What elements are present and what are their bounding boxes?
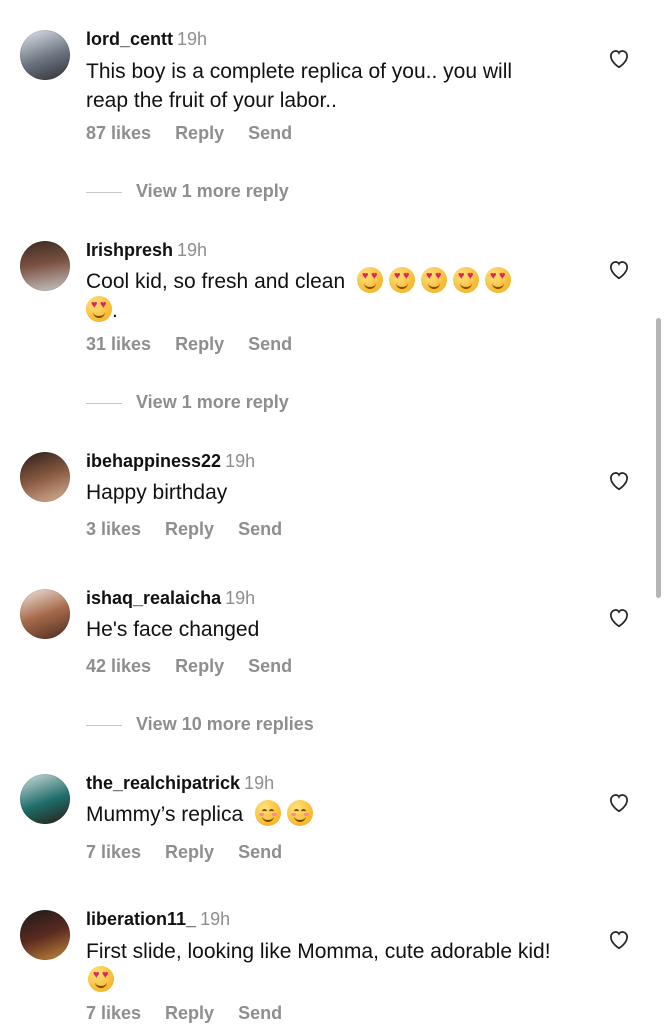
smiling-face-with-heart-eyes-icon	[88, 966, 114, 992]
likes-count[interactable]: 7 likes	[86, 842, 141, 862]
reply-button[interactable]: Reply	[175, 123, 224, 143]
smiling-face-with-heart-eyes-icon	[485, 267, 511, 293]
comment-text: He's face changed	[86, 618, 260, 641]
avatar[interactable]	[20, 910, 70, 960]
scrollbar[interactable]	[656, 318, 661, 598]
smiling-face-with-heart-eyes-icon	[357, 267, 383, 293]
comment-text-suffix: .	[112, 299, 118, 322]
heart-icon[interactable]	[606, 789, 632, 815]
reply-button[interactable]: Reply	[175, 656, 224, 676]
view-more-replies-label: View 1 more reply	[136, 392, 289, 412]
comment-text-container: Cool kid, so fresh and clean .	[86, 267, 556, 325]
avatar[interactable]	[20, 241, 70, 291]
avatar[interactable]	[20, 589, 70, 639]
smiling-face-with-smiling-eyes-icon	[255, 800, 281, 826]
comment-timestamp: 19h	[200, 909, 231, 929]
divider	[86, 724, 122, 726]
send-button[interactable]: Send	[238, 1003, 282, 1023]
smiling-face-with-heart-eyes-icon	[389, 267, 415, 293]
comment-timestamp: 19h	[177, 29, 208, 49]
comment-text: Cool kid, so fresh and clean	[86, 270, 346, 293]
send-button[interactable]: Send	[248, 334, 292, 354]
send-button[interactable]: Send	[238, 519, 282, 539]
likes-count[interactable]: 3 likes	[86, 519, 141, 539]
reply-button[interactable]: Reply	[165, 842, 214, 862]
comment-username[interactable]: liberation11_	[86, 909, 196, 929]
send-button[interactable]: Send	[238, 842, 282, 862]
comment-text: This boy is a complete replica of you.. …	[86, 60, 513, 112]
likes-count[interactable]: 7 likes	[86, 1003, 141, 1023]
view-more-replies-button[interactable]: View 10 more replies	[86, 714, 314, 735]
avatar[interactable]	[20, 452, 70, 502]
comment-timestamp: 19h	[244, 773, 275, 793]
heart-icon[interactable]	[606, 604, 632, 630]
avatar[interactable]	[20, 774, 70, 824]
avatar[interactable]	[20, 30, 70, 80]
comment-timestamp: 19h	[225, 451, 256, 471]
heart-icon[interactable]	[606, 256, 632, 282]
comment-username[interactable]: ishaq_realaicha	[86, 588, 221, 608]
reply-button[interactable]: Reply	[165, 1003, 214, 1023]
view-more-replies-button[interactable]: View 1 more reply	[86, 181, 289, 202]
likes-count[interactable]: 31 likes	[86, 334, 151, 354]
smiling-face-with-heart-eyes-icon	[453, 267, 479, 293]
comment-timestamp: 19h	[225, 588, 256, 608]
heart-icon[interactable]	[606, 926, 632, 952]
comment-username[interactable]: lord_centt	[86, 29, 173, 49]
comment-username[interactable]: ibehappiness22	[86, 451, 221, 471]
smiling-face-with-heart-eyes-icon	[86, 296, 112, 322]
smiling-face-with-heart-eyes-icon	[421, 267, 447, 293]
comment-text: Mummy’s replica	[86, 803, 244, 826]
heart-icon[interactable]	[606, 45, 632, 71]
reply-button[interactable]: Reply	[175, 334, 224, 354]
divider	[86, 402, 122, 404]
comment-text: First slide, looking like Momma, cute ad…	[86, 940, 551, 963]
send-button[interactable]: Send	[248, 123, 292, 143]
view-more-replies-label: View 10 more replies	[136, 714, 314, 734]
smiling-face-with-smiling-eyes-icon	[287, 800, 313, 826]
comment-text-container: Mummy’s replica	[86, 800, 556, 829]
comment-username[interactable]: the_realchipatrick	[86, 773, 240, 793]
comment-text-container: First slide, looking like Momma, cute ad…	[86, 937, 556, 995]
likes-count[interactable]: 87 likes	[86, 123, 151, 143]
comment-username[interactable]: Irishpresh	[86, 240, 173, 260]
send-button[interactable]: Send	[248, 656, 292, 676]
view-more-replies-button[interactable]: View 1 more reply	[86, 392, 289, 413]
heart-icon[interactable]	[606, 467, 632, 493]
likes-count[interactable]: 42 likes	[86, 656, 151, 676]
divider	[86, 191, 122, 193]
reply-button[interactable]: Reply	[165, 519, 214, 539]
comment-timestamp: 19h	[177, 240, 208, 260]
view-more-replies-label: View 1 more reply	[136, 181, 289, 201]
comment-text: Happy birthday	[86, 481, 228, 504]
